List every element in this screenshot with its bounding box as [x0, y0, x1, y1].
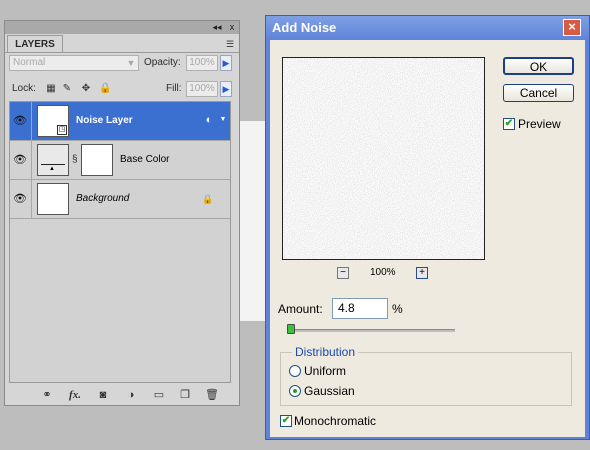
distribution-label: Distribution — [292, 345, 359, 359]
amount-unit: % — [392, 302, 403, 316]
amount-label: Amount: — [278, 302, 323, 316]
dialog-body: − 100% + OK Cancel ✔ Preview Amount: 4.8… — [270, 40, 585, 437]
eye-column-divider — [31, 141, 32, 179]
fill-field[interactable]: 100% — [186, 81, 218, 97]
noise-preview[interactable] — [282, 57, 485, 260]
chevron-right-icon: ▶ — [222, 84, 230, 94]
tab-divider — [5, 52, 239, 53]
opacity-label: Opacity: — [144, 57, 181, 68]
new-layer-icon[interactable]: ❐ — [177, 388, 193, 402]
zoom-in-button[interactable]: + — [416, 267, 428, 279]
adjustment-layer-thumbnail: ▲ — [37, 144, 69, 176]
checkmark-icon: ✔ — [504, 118, 514, 129]
tab-layers[interactable]: LAYERS — [7, 35, 63, 53]
lock-position-icon[interactable]: ✥ — [80, 83, 92, 95]
visibility-eye-icon[interactable]: 👁 — [12, 114, 28, 128]
lock-icon: 🔒 — [202, 194, 214, 204]
mask-icon[interactable]: ◙ — [95, 388, 111, 402]
preview-checkbox[interactable]: ✔ — [503, 118, 515, 130]
lock-label: Lock: — [12, 83, 36, 94]
visibility-eye-icon[interactable]: 👁 — [12, 192, 28, 206]
group-icon[interactable]: ▭ — [151, 388, 167, 402]
layers-panel: ◂◂ x LAYERS ☰ Normal ▼ Opacity: 100% ▶ L… — [4, 20, 240, 406]
canvas-edge — [240, 121, 268, 321]
opacity-slider-button[interactable]: ▶ — [220, 55, 232, 71]
fill-label: Fill: — [166, 83, 182, 94]
link-icon[interactable]: ⚭ — [39, 388, 55, 402]
monochromatic-label: Monochromatic — [294, 414, 377, 428]
eye-column-divider — [31, 180, 32, 218]
adjustment-icon[interactable]: ◑ — [123, 388, 139, 402]
smart-filter-icon[interactable]: ◐ — [202, 113, 216, 127]
opacity-field[interactable]: 100% — [186, 55, 218, 71]
zoom-out-button[interactable]: − — [337, 267, 349, 279]
adjustment-line-icon — [41, 164, 65, 165]
layer-row-noise-layer[interactable]: 👁 ◳ Noise Layer ◐ ▼ — [10, 102, 230, 141]
layer-list-scrollbar[interactable]: ▲ ▼ — [230, 102, 231, 382]
uniform-label: Uniform — [304, 364, 347, 378]
fx-icon[interactable]: fx. — [67, 388, 83, 402]
noise-pattern — [283, 58, 484, 259]
layer-mask-thumbnail[interactable] — [81, 144, 113, 176]
preview-label: Preview — [518, 117, 561, 131]
panel-menu-icon[interactable]: ☰ — [223, 39, 237, 49]
layer-name: Base Color — [120, 154, 170, 165]
layer-name: Noise Layer — [76, 115, 133, 126]
chevron-down-icon: ▼ — [126, 58, 136, 68]
gaussian-radio[interactable] — [289, 385, 301, 397]
panel-title-bar: ◂◂ x — [5, 21, 239, 34]
amount-input[interactable]: 4.8 — [332, 298, 388, 319]
dialog-title: Add Noise — [272, 20, 337, 35]
trash-icon[interactable]: 🗑 — [204, 388, 220, 402]
lock-all-icon[interactable]: 🔒 — [99, 83, 111, 95]
lock-image-pixels-icon[interactable]: ✎ — [61, 83, 73, 95]
amount-slider-track[interactable] — [288, 329, 455, 332]
radio-selected-dot — [293, 389, 297, 393]
cancel-button[interactable]: Cancel — [503, 84, 574, 102]
layer-thumbnail: ◳ — [37, 105, 69, 137]
layer-row-base-color[interactable]: 👁 ▲ § Base Color — [10, 141, 230, 180]
fill-slider-button[interactable]: ▶ — [220, 81, 232, 97]
close-icon: × — [568, 19, 576, 34]
blend-mode-select[interactable]: Normal ▼ — [9, 55, 139, 71]
layers-bottom-toolbar: ⚭ fx. ◙ ◑ ▭ ❐ 🗑 — [5, 385, 239, 405]
dialog-title-bar[interactable]: Add Noise × — [266, 16, 589, 40]
layer-row-background[interactable]: 👁 Background 🔒 — [10, 180, 230, 219]
close-panel-button[interactable]: x — [226, 22, 238, 33]
collapse-panel-button[interactable]: ◂◂ — [211, 22, 223, 33]
gaussian-label: Gaussian — [304, 384, 355, 398]
layer-list: 👁 ◳ Noise Layer ◐ ▼ 👁 ▲ § Base Color 👁 B… — [9, 101, 231, 383]
smart-object-icon: ◳ — [57, 125, 67, 135]
ok-button[interactable]: OK — [503, 57, 574, 75]
expand-effects-icon[interactable]: ▼ — [218, 115, 228, 125]
chevron-right-icon: ▶ — [222, 58, 230, 68]
lock-transparent-pixels-icon[interactable]: ▦ — [45, 83, 57, 95]
add-noise-dialog: Add Noise × − 100% + OK Cancel ✔ Preview… — [265, 15, 590, 440]
chain-link-icon[interactable]: § — [72, 153, 78, 167]
eye-column-divider — [31, 102, 32, 140]
uniform-radio[interactable] — [289, 365, 301, 377]
blend-mode-value: Normal — [13, 57, 46, 68]
close-button[interactable]: × — [563, 19, 581, 36]
zoom-level: 100% — [370, 267, 396, 278]
checkmark-icon: ✔ — [281, 415, 291, 426]
amount-slider-thumb[interactable] — [287, 324, 296, 334]
adjustment-marker-icon: ▲ — [49, 166, 55, 172]
layer-thumbnail — [37, 183, 69, 215]
monochromatic-checkbox[interactable]: ✔ — [280, 415, 292, 427]
visibility-eye-icon[interactable]: 👁 — [12, 153, 28, 167]
layer-name: Background — [76, 193, 130, 204]
